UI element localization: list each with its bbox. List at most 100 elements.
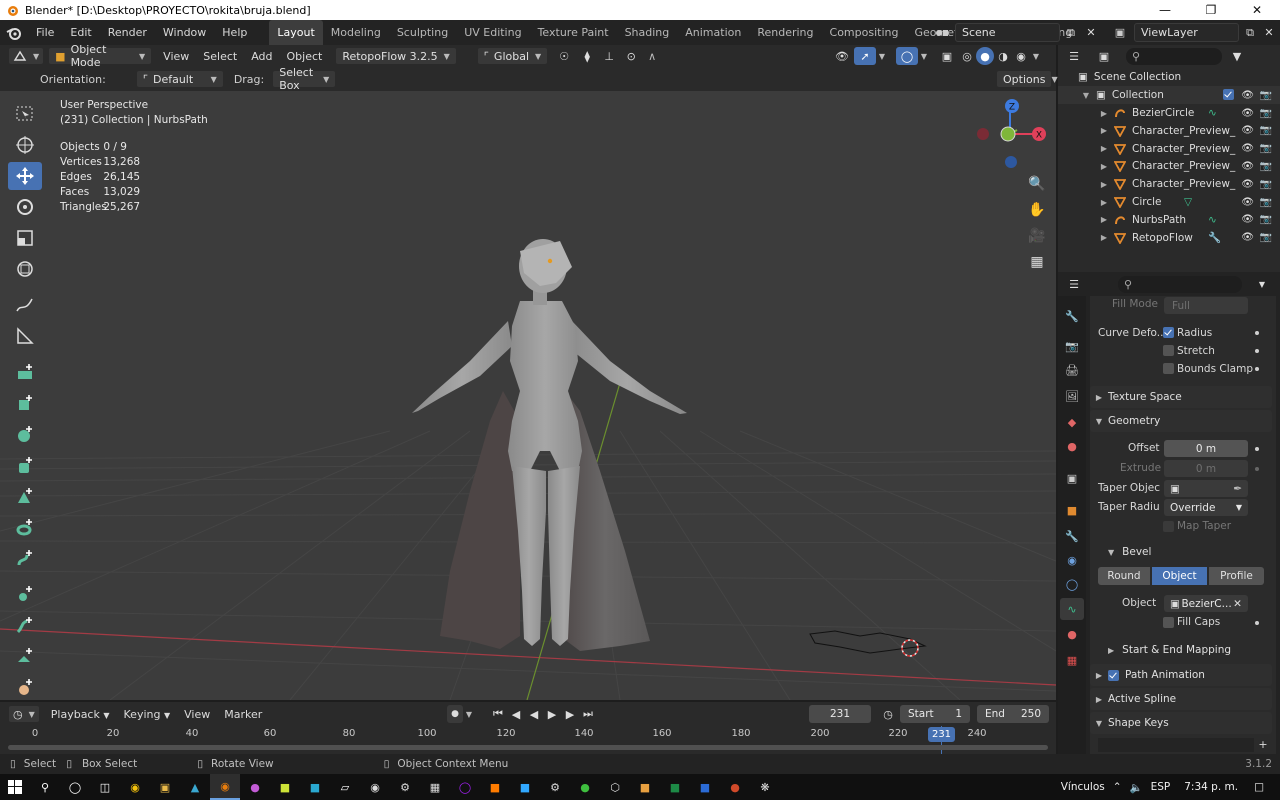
offset-keyframe-dot[interactable] [1255,447,1259,451]
volume-icon[interactable]: 🔈 [1130,781,1143,794]
steam-icon[interactable]: ⚙ [390,774,420,800]
keyboard-language[interactable]: ESP [1151,781,1171,793]
fill-mode-dropdown[interactable]: Full [1164,297,1248,314]
timeline-ruler[interactable]: 0 20 40 60 80 100 120 140 160 180 200 22… [0,726,1056,754]
overlays-dropdown-icon[interactable]: ▼ [918,52,930,61]
path-animation-checkbox[interactable] [1108,669,1119,681]
material-shading-icon[interactable]: ◑ [994,50,1012,63]
app-icon[interactable]: ● [240,774,270,800]
auto-keying-icon[interactable]: ● [447,705,463,723]
pan-view-icon[interactable]: ✋ [1026,199,1048,221]
expand-chevron-icon[interactable]: ▶ [1098,109,1110,118]
mode-dropdown[interactable]: ■ Object Mode ▼ [48,43,153,69]
outliner-item[interactable]: ▶ Character_Preview_ 👁 📷 [1058,122,1280,140]
measure-tool-icon[interactable] [8,322,42,350]
render-tab-icon[interactable]: 📷 [1061,336,1083,356]
gizmo-neg-z-axis[interactable] [1005,156,1017,168]
particles-tab-icon[interactable]: ◉ [1061,550,1083,570]
app-icon[interactable]: ◯ [450,774,480,800]
navigation-gizmo[interactable]: Z X [975,96,1050,176]
add-uv-sphere-tool-icon[interactable] [8,420,42,448]
start-frame-field[interactable]: Start 1 [900,705,970,723]
expand-chevron-icon[interactable]: ▶ [1098,144,1110,153]
xray-toggle-icon[interactable]: ▣ [936,50,958,63]
close-window-button[interactable]: ✕ [1234,0,1280,20]
menu-file[interactable]: File [28,20,62,45]
collection-checkbox[interactable] [1223,89,1234,100]
path-animation-panel[interactable]: ▶ Path Animation [1090,664,1272,686]
bevel-round-button[interactable]: Round [1098,567,1150,585]
stretch-checkbox[interactable] [1163,345,1174,356]
timeline-scrollbar[interactable] [8,745,1048,750]
properties-search-input[interactable]: ⚲ [1118,275,1242,293]
gizmo-toggle-icon[interactable]: ➚ [854,47,876,65]
timeline-menu-marker[interactable]: Marker [217,708,269,721]
search-icon[interactable]: ⚲ [30,774,60,800]
tab-sculpting[interactable]: Sculpting [389,20,456,45]
outliner-item[interactable]: ▶ NurbsPath ∿ 👁 📷 [1058,211,1280,229]
overlays-toggle-icon[interactable]: ◯ [896,47,918,65]
orientation-dropdown[interactable]: ⌜ Default ▼ [135,70,224,88]
zoom-view-icon[interactable]: 🔍 [1026,173,1048,195]
visibility-eye-icon[interactable]: 👁 [1241,214,1254,225]
timeline-editor-type[interactable]: ◷ ▼ [8,705,40,723]
wireframe-shading-icon[interactable]: ◎ [958,50,976,63]
powerpoint-icon[interactable]: ● [720,774,750,800]
jump-end-icon[interactable]: ⏭ [579,707,597,721]
delete-scene-icon[interactable]: ✕ [1082,24,1100,41]
bevel-object-button[interactable]: Object [1152,567,1207,585]
add-curve-tool-icon[interactable] [8,544,42,572]
timeline-menu-keying[interactable]: Keying ▼ [117,708,178,721]
stretch-keyframe-dot[interactable] [1255,349,1259,353]
retopo-patches-tool-icon[interactable] [8,673,42,701]
tab-texture-paint[interactable]: Texture Paint [530,20,617,45]
file-explorer-icon[interactable]: ▣ [150,774,180,800]
outliner-item[interactable]: ▶ BezierCircle ∿ 👁 📷 [1058,104,1280,122]
material-tab-icon[interactable]: ● [1061,624,1083,644]
transform-tool-icon[interactable] [8,255,42,283]
active-spline-panel[interactable]: ▶ Active Spline [1090,688,1272,710]
expand-chevron-icon[interactable]: ▶ [1098,180,1110,189]
fill-caps-keyframe-dot[interactable] [1255,621,1259,625]
tool-tab-icon[interactable]: 🔧 [1061,306,1083,326]
timeline-menu-view[interactable]: View [177,708,217,721]
retopo-polystrips-tool-icon[interactable] [8,611,42,639]
view-layer-tab-icon[interactable]: 🖼 [1061,386,1083,406]
filter-icon[interactable]: ▼ [1226,50,1248,63]
illustrator-icon[interactable]: ■ [480,774,510,800]
blender-menu-icon[interactable] [0,20,28,45]
editor-type-button[interactable]: ▼ [8,47,45,65]
transform-orientation-dropdown[interactable]: ⌜ Global ▼ [476,47,549,65]
properties-editor-icon[interactable]: ☰ [1058,278,1090,291]
notifications-icon[interactable]: □ [1254,781,1264,793]
outliner-search-input[interactable]: ⚲ [1126,47,1222,65]
tab-animation[interactable]: Animation [677,20,749,45]
shape-keys-panel[interactable]: ▼ Shape Keys [1090,712,1272,734]
extrude-keyframe-dot[interactable] [1255,467,1259,471]
retopo-strokes-tool-icon[interactable] [8,642,42,670]
solid-shading-icon[interactable]: ● [976,47,994,65]
expand-chevron-icon[interactable]: ▶ [1098,215,1110,224]
app-icon[interactable]: ⚙ [540,774,570,800]
blender-taskbar-icon[interactable]: ◉ [210,774,240,800]
play-icon[interactable]: ▶ [543,708,561,721]
outliner-item[interactable]: ▶ RetopoFlow 🔧 👁 📷 [1058,229,1280,247]
radius-checkbox[interactable] [1163,327,1174,338]
outliner-item[interactable]: ▶ Character_Preview_ 👁 📷 [1058,157,1280,175]
menu-help[interactable]: Help [214,20,255,45]
scene-selector-icon[interactable] [930,24,954,41]
word-icon[interactable]: ■ [690,774,720,800]
map-taper-checkbox[interactable] [1163,521,1174,532]
retopo-contours-tool-icon[interactable] [8,580,42,608]
new-scene-icon[interactable]: ⧉ [1062,24,1080,41]
display-mode-icon[interactable]: ▣ [1090,50,1118,63]
prev-keyframe-icon[interactable]: ◀ [507,708,525,721]
scale-tool-icon[interactable] [8,224,42,252]
bevel-object-field[interactable]: ▣ BezierC... ✕ [1164,595,1248,612]
outliner-item[interactable]: ▶ Character_Preview_ 👁 📷 [1058,175,1280,193]
render-camera-icon[interactable]: 📷 [1260,179,1272,190]
offset-field[interactable]: 0 m [1164,440,1248,457]
tab-compositing[interactable]: Compositing [822,20,907,45]
view-layer-icon[interactable]: ▣ [1108,24,1132,41]
app-icon[interactable]: ■ [300,774,330,800]
